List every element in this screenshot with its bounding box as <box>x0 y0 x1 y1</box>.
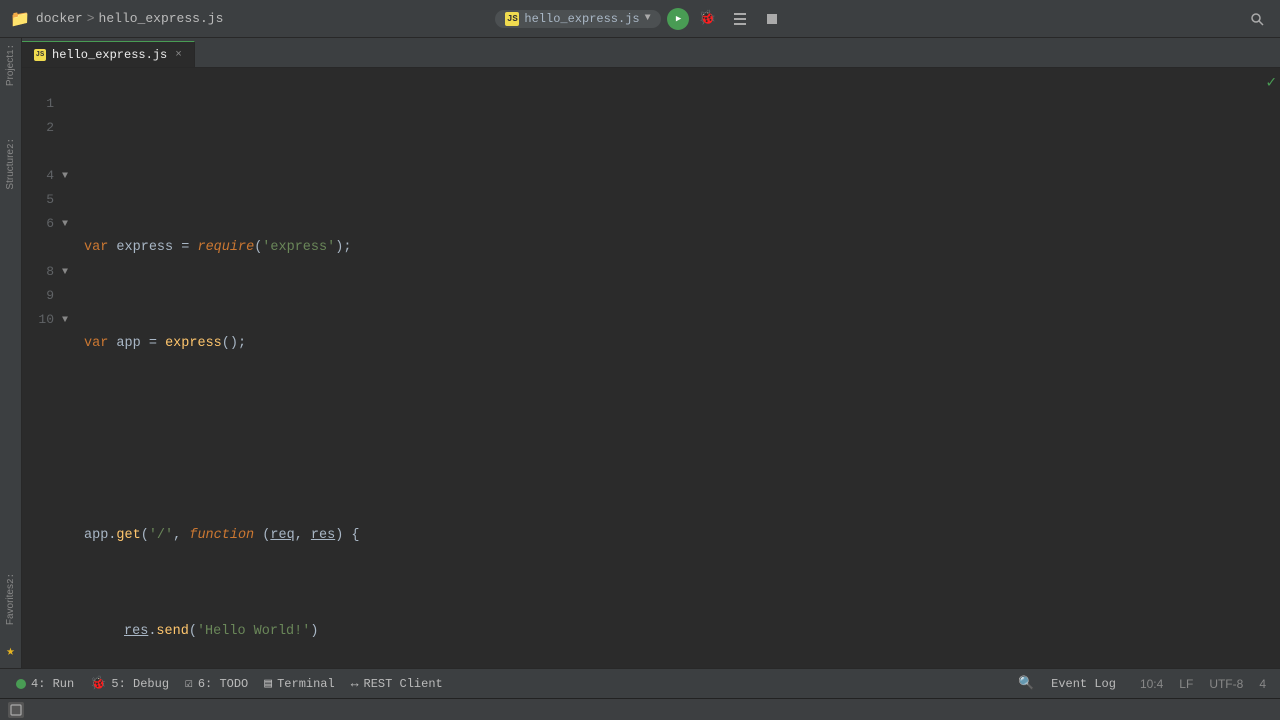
code-line-4: app.get('/', function (req, res) { <box>84 524 1272 548</box>
tab-bar: JS hello_express.js × <box>22 38 1280 68</box>
rest-icon: ↔ <box>351 676 359 691</box>
fold-arrow-4[interactable]: ▼ <box>62 171 68 182</box>
fold-arrow-10[interactable]: ▼ <box>62 315 68 326</box>
code-line-empty-top <box>84 140 1272 164</box>
status-right: 🔍 Event Log 10:4 LF UTF-8 4 <box>1004 676 1272 691</box>
debug-icon-bottom: 🐞 <box>90 676 106 691</box>
checkmark-icon: ✓ <box>1266 68 1280 92</box>
event-log-button[interactable]: 🔍 Event Log <box>1004 676 1130 691</box>
bottom-bar: 4: Run 🐞 5: Debug ☑ 6: TODO ▤ Terminal ↔… <box>0 668 1280 698</box>
project-number: 1: <box>6 44 16 55</box>
code-editor[interactable]: var express = require('express'); var ap… <box>76 68 1280 668</box>
favorites-number: 2: <box>6 573 16 584</box>
breadcrumb-docker: docker <box>36 11 83 26</box>
stop-icon[interactable] <box>759 6 785 32</box>
tab-label: hello_express.js <box>52 48 167 62</box>
todo-label: 6: TODO <box>198 677 248 691</box>
structure-number: 2: <box>6 138 16 149</box>
todo-panel-button[interactable]: ☑ 6: TODO <box>177 669 256 698</box>
run-dot-icon <box>16 679 26 689</box>
sidebar-item-favorites[interactable]: 2: Favorites <box>5 573 16 625</box>
title-file-badge[interactable]: JS hello_express.js ▼ <box>495 10 660 28</box>
event-log-icon: 🔍 <box>1012 676 1040 691</box>
rest-label: REST Client <box>364 677 443 691</box>
editor-wrapper: JS hello_express.js × 1 2 4 5 6 8 9 10 <box>22 38 1280 668</box>
star-icon: ★ <box>6 643 14 660</box>
code-line-1: var express = require('express'); <box>84 236 1272 260</box>
run-panel-button[interactable]: 4: Run <box>8 669 82 698</box>
cursor-position: 10:4 <box>1134 677 1169 691</box>
editor-area[interactable]: 1 2 4 5 6 8 9 10 ▼ ▼ ▼ <box>22 68 1280 668</box>
docker-folder-icon: 📁 <box>10 9 30 29</box>
fold-arrow-6[interactable]: ▼ <box>62 219 68 230</box>
encoding-label: UTF-8 <box>1203 677 1249 691</box>
code-line-2: var app = express(); <box>84 332 1272 356</box>
terminal-icon: ▤ <box>264 676 272 691</box>
title-bar: 📁 docker > hello_express.js JS hello_exp… <box>0 0 1280 38</box>
tab-hello-express[interactable]: JS hello_express.js × <box>22 41 195 67</box>
structure-label: Structure <box>5 149 16 190</box>
debug-icon[interactable]: 🐞 <box>695 6 721 32</box>
tab-close-button[interactable]: × <box>175 49 182 61</box>
status-bar <box>0 698 1280 720</box>
line-numbers: 1 2 4 5 6 8 9 10 <box>22 68 62 668</box>
tab-js-icon: JS <box>34 49 46 61</box>
title-file-name: hello_express.js <box>524 12 639 26</box>
fold-gutter: ▼ ▼ ▼ ▼ <box>62 68 76 668</box>
event-log-label: Event Log <box>1045 677 1122 691</box>
status-bar-icon <box>8 702 24 718</box>
line-ending: LF <box>1173 677 1199 691</box>
todo-icon: ☑ <box>185 676 193 691</box>
breadcrumb-sep: > <box>87 11 95 26</box>
indent-label: 4 <box>1253 677 1272 691</box>
run-label: 4: Run <box>31 677 74 691</box>
breadcrumb: docker > hello_express.js <box>36 11 223 26</box>
code-line-3-empty <box>84 428 1272 452</box>
sidebar-item-project[interactable]: 1: Project <box>5 44 16 86</box>
terminal-label: Terminal <box>277 677 335 691</box>
run-button[interactable] <box>667 8 689 30</box>
main-layout: 1: Project 2: Structure 2: Favorites ★ J… <box>0 38 1280 668</box>
project-label: Project <box>5 55 16 86</box>
title-bar-right <box>785 6 1270 32</box>
build-icon[interactable] <box>727 6 753 32</box>
side-panel: 1: Project 2: Structure 2: Favorites ★ <box>0 38 22 668</box>
code-line-5: res.send('Hello World!') <box>84 620 1272 644</box>
search-icon[interactable] <box>1244 6 1270 32</box>
js-file-icon: JS <box>505 12 519 26</box>
debug-label: 5: Debug <box>111 677 169 691</box>
dropdown-arrow-icon: ▼ <box>645 13 651 24</box>
rest-client-panel-button[interactable]: ↔ REST Client <box>343 669 451 698</box>
fold-arrow-8[interactable]: ▼ <box>62 267 68 278</box>
title-bar-center: JS hello_express.js ▼ 🐞 <box>495 6 784 32</box>
favorites-label: Favorites <box>5 584 16 625</box>
title-bar-left: 📁 docker > hello_express.js <box>10 9 495 29</box>
breadcrumb-file: hello_express.js <box>99 11 224 26</box>
terminal-panel-button[interactable]: ▤ Terminal <box>256 669 342 698</box>
debug-panel-button[interactable]: 🐞 5: Debug <box>82 669 177 698</box>
sidebar-item-structure[interactable]: 2: Structure <box>5 138 16 189</box>
